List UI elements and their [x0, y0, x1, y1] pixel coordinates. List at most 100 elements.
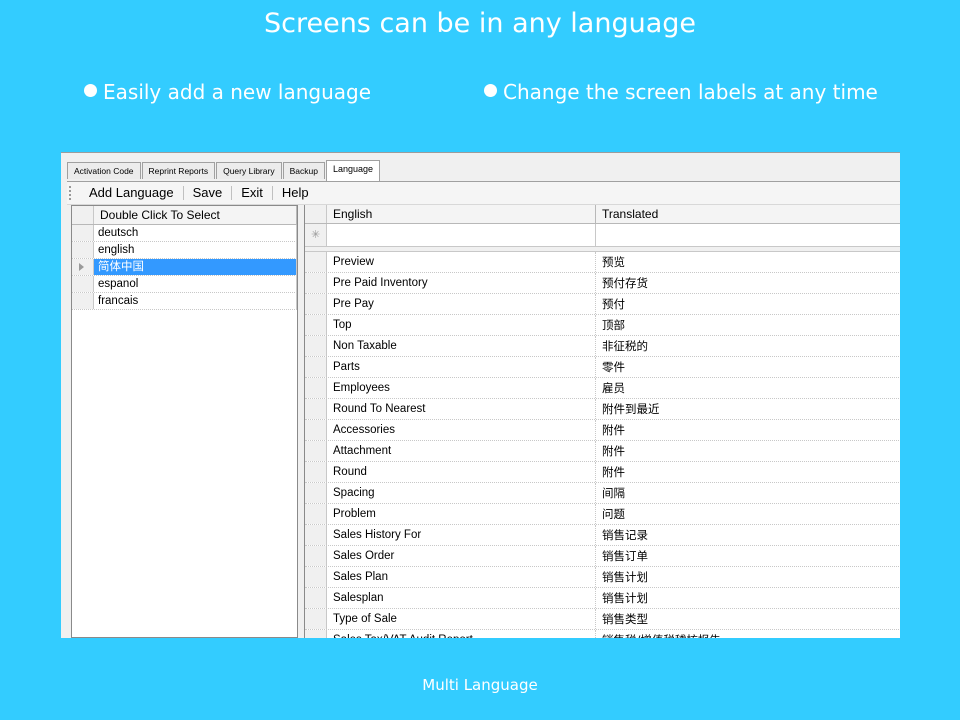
english-cell[interactable]: Pre Pay	[327, 294, 596, 314]
row-header[interactable]	[305, 588, 327, 608]
row-header[interactable]	[305, 252, 327, 272]
translated-cell[interactable]: 问题	[596, 504, 900, 524]
row-header[interactable]	[305, 378, 327, 398]
language-name-cell[interactable]: francais	[94, 293, 297, 309]
translated-cell[interactable]: 销售计划	[596, 567, 900, 587]
exit-button[interactable]: Exit	[232, 182, 272, 204]
tab-language[interactable]: Language	[325, 160, 380, 181]
language-name-cell[interactable]: english	[94, 242, 297, 258]
row-header[interactable]	[305, 336, 327, 356]
english-cell[interactable]: Sales History For	[327, 525, 596, 545]
row-header[interactable]	[305, 399, 327, 419]
english-cell[interactable]: Parts	[327, 357, 596, 377]
translation-row[interactable]: Sales Order 销售订单	[305, 546, 900, 567]
translated-cell[interactable]: 雇员	[596, 378, 900, 398]
translation-row[interactable]: Parts 零件	[305, 357, 900, 378]
row-header[interactable]	[305, 357, 327, 377]
english-cell[interactable]: Sales Tax/VAT Audit Report	[327, 630, 596, 638]
row-header[interactable]	[305, 525, 327, 545]
english-cell[interactable]: Preview	[327, 252, 596, 272]
translation-row[interactable]: Preview 预览	[305, 252, 900, 273]
translation-row[interactable]: Sales Tax/VAT Audit Report销售税/增值税稽核报告	[305, 630, 900, 638]
translation-row[interactable]: Pre Paid Inventory 预付存货	[305, 273, 900, 294]
english-cell[interactable]: Employees	[327, 378, 596, 398]
add-language-button[interactable]: Add Language	[80, 182, 183, 204]
english-cell[interactable]: Type of Sale	[327, 609, 596, 629]
translation-row[interactable]: Round 附件	[305, 462, 900, 483]
row-header[interactable]	[305, 567, 327, 587]
english-cell[interactable]: Spacing	[327, 483, 596, 503]
translated-cell[interactable]: 顶部	[596, 315, 900, 335]
translation-row[interactable]: Pre Pay 预付	[305, 294, 900, 315]
translation-row[interactable]: Spacing 间隔	[305, 483, 900, 504]
translation-row[interactable]: Non Taxable 非征税的	[305, 336, 900, 357]
translated-cell[interactable]: 销售税/增值税稽核报告	[596, 630, 900, 638]
translation-row[interactable]: Problem 问题	[305, 504, 900, 525]
row-header[interactable]	[72, 225, 94, 241]
english-cell[interactable]: Sales Plan	[327, 567, 596, 587]
language-column-header[interactable]: Double Click To Select	[94, 206, 297, 224]
translated-cell[interactable]: 销售记录	[596, 525, 900, 545]
new-row-english-cell[interactable]	[327, 224, 596, 246]
english-cell[interactable]: Problem	[327, 504, 596, 524]
translation-row[interactable]: Employees 雇员	[305, 378, 900, 399]
english-cell[interactable]: Pre Paid Inventory	[327, 273, 596, 293]
translation-row[interactable]: Round To Nearest 附件到最近	[305, 399, 900, 420]
translated-cell[interactable]: 预付存货	[596, 273, 900, 293]
translated-cell[interactable]: 销售类型	[596, 609, 900, 629]
row-header[interactable]	[305, 483, 327, 503]
tab-backup[interactable]: Backup	[282, 162, 325, 179]
row-header[interactable]	[305, 462, 327, 482]
english-cell[interactable]: Accessories	[327, 420, 596, 440]
english-cell[interactable]: Round	[327, 462, 596, 482]
tab-activation-code[interactable]: Activation Code	[67, 162, 141, 179]
language-row[interactable]: deutsch	[72, 225, 297, 242]
language-row[interactable]: english	[72, 242, 297, 259]
translated-column-header[interactable]: Translated	[596, 205, 900, 223]
english-cell[interactable]: Sales Order	[327, 546, 596, 566]
row-header[interactable]	[305, 630, 327, 638]
help-button[interactable]: Help	[273, 182, 318, 204]
translation-row[interactable]: Sales History For 销售记录	[305, 525, 900, 546]
row-header[interactable]	[305, 441, 327, 461]
translated-cell[interactable]: 附件	[596, 441, 900, 461]
translated-cell[interactable]: 附件	[596, 462, 900, 482]
new-row[interactable]: ✳	[305, 224, 900, 247]
row-header[interactable]	[72, 276, 94, 292]
row-header[interactable]	[305, 420, 327, 440]
translated-cell[interactable]: 间隔	[596, 483, 900, 503]
row-header[interactable]	[305, 294, 327, 314]
english-cell[interactable]: Non Taxable	[327, 336, 596, 356]
row-header[interactable]	[305, 315, 327, 335]
translated-cell[interactable]: 销售计划	[596, 588, 900, 608]
english-cell[interactable]: Salesplan	[327, 588, 596, 608]
english-cell[interactable]: Attachment	[327, 441, 596, 461]
row-header[interactable]	[72, 242, 94, 258]
row-header[interactable]	[305, 273, 327, 293]
row-header[interactable]	[72, 259, 94, 275]
translation-row[interactable]: Salesplan 销售计划	[305, 588, 900, 609]
translated-cell[interactable]: 预付	[596, 294, 900, 314]
translated-cell[interactable]: 零件	[596, 357, 900, 377]
language-name-cell[interactable]: 简体中国	[94, 259, 297, 275]
language-row[interactable]: 简体中国	[72, 259, 297, 276]
language-row[interactable]: francais	[72, 293, 297, 310]
toolbar-grip-icon[interactable]	[69, 186, 74, 200]
language-row[interactable]: espanol	[72, 276, 297, 293]
translation-row[interactable]: Type of Sale 销售类型	[305, 609, 900, 630]
english-column-header[interactable]: English	[327, 205, 596, 223]
row-header[interactable]	[305, 504, 327, 524]
save-button[interactable]: Save	[184, 182, 232, 204]
tab-reprint-reports[interactable]: Reprint Reports	[141, 162, 216, 179]
english-cell[interactable]: Round To Nearest	[327, 399, 596, 419]
translated-cell[interactable]: 销售订单	[596, 546, 900, 566]
translated-cell[interactable]: 附件	[596, 420, 900, 440]
translated-cell[interactable]: 非征税的	[596, 336, 900, 356]
row-header[interactable]	[305, 546, 327, 566]
translation-row[interactable]: Attachment 附件	[305, 441, 900, 462]
translation-row[interactable]: Accessories 附件	[305, 420, 900, 441]
english-cell[interactable]: Top	[327, 315, 596, 335]
translation-row[interactable]: Top 顶部	[305, 315, 900, 336]
row-header[interactable]	[72, 293, 94, 309]
translated-cell[interactable]: 预览	[596, 252, 900, 272]
